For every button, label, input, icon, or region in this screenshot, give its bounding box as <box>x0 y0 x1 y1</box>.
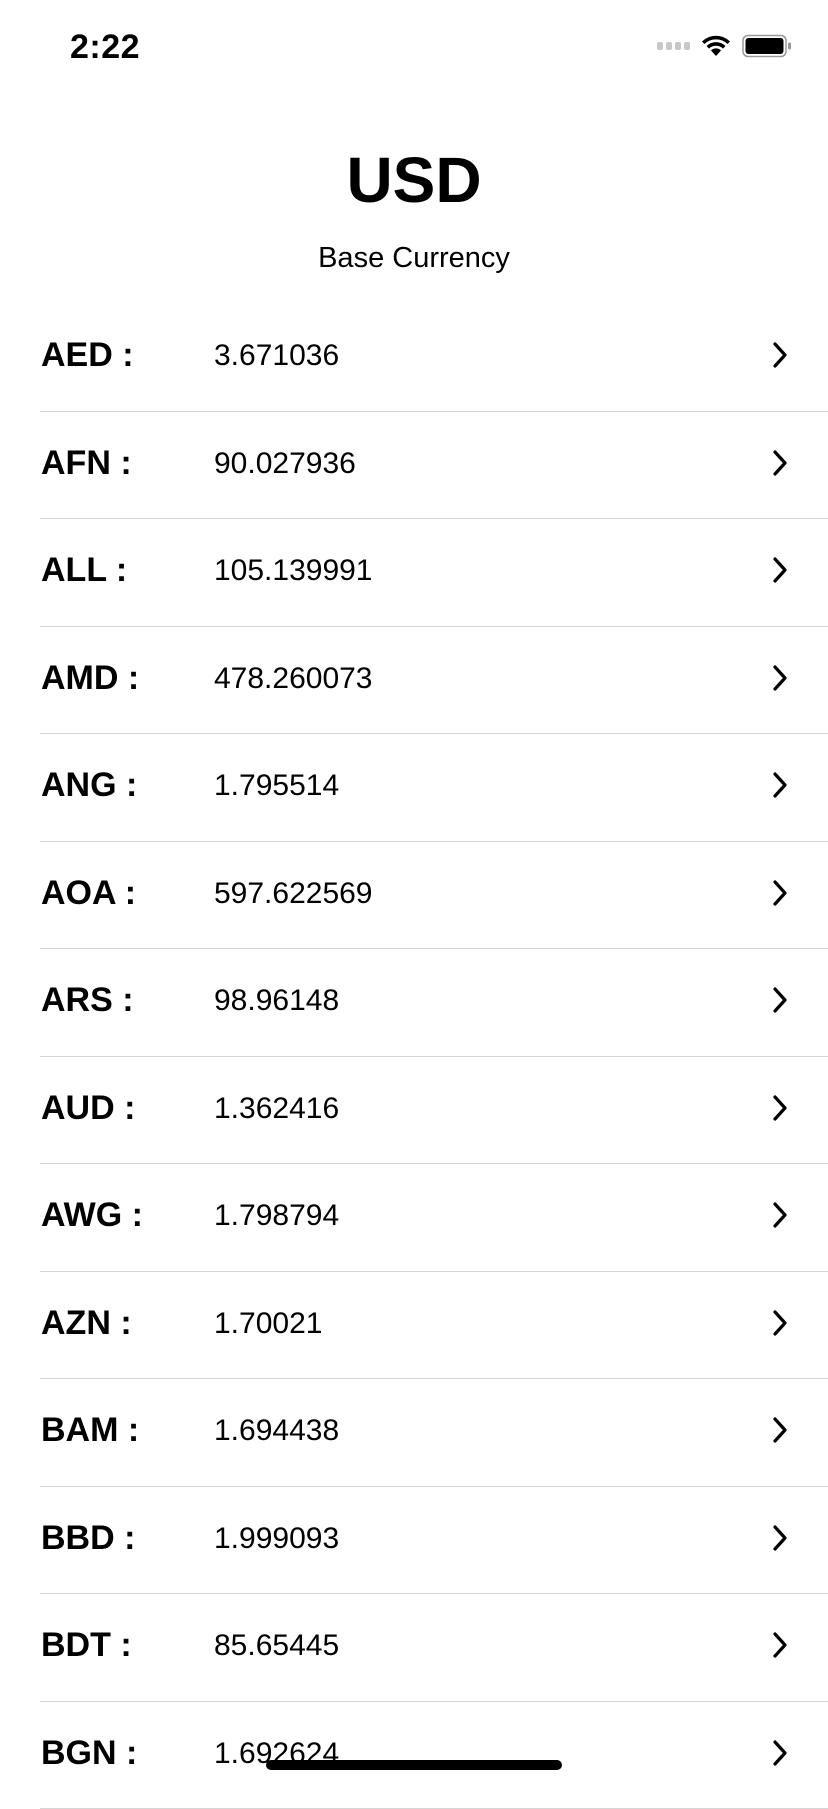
status-icons <box>657 34 792 58</box>
chevron-right-icon <box>770 985 790 1015</box>
chevron-right-icon <box>770 1308 790 1338</box>
exchange-rate-value: 105.139991 <box>214 554 373 588</box>
currency-code: ALL : <box>41 551 127 590</box>
rate-row[interactable]: AED : 3.671036 <box>0 304 828 412</box>
chevron-right-icon <box>770 1093 790 1123</box>
base-currency-label: Base Currency <box>0 242 828 275</box>
chevron-right-icon <box>770 555 790 585</box>
base-currency-code: USD <box>0 140 828 220</box>
chevron-right-icon <box>770 448 790 478</box>
chevron-right-icon <box>770 1523 790 1553</box>
currency-code: AFN : <box>41 444 132 483</box>
currency-code: AOA : <box>41 874 136 913</box>
chevron-right-icon <box>770 1630 790 1660</box>
exchange-rate-value: 1.999093 <box>214 1522 339 1556</box>
currency-code: BBD : <box>41 1519 135 1558</box>
exchange-rate-value: 478.260073 <box>214 662 373 696</box>
exchange-rate-value: 1.795514 <box>214 769 339 803</box>
exchange-rate-value: 1.362416 <box>214 1092 339 1126</box>
status-time: 2:22 <box>70 28 140 67</box>
rate-row[interactable]: AZN : 1.70021 <box>0 1272 828 1380</box>
battery-icon <box>742 34 792 58</box>
rate-row[interactable]: AMD : 478.260073 <box>0 627 828 735</box>
wifi-icon <box>700 34 732 58</box>
rate-row[interactable]: BDT : 85.65445 <box>0 1594 828 1702</box>
exchange-rate-value: 1.70021 <box>214 1307 322 1341</box>
chevron-right-icon <box>770 663 790 693</box>
chevron-right-icon <box>770 1738 790 1768</box>
chevron-right-icon <box>770 340 790 370</box>
cellular-signal-icon <box>657 42 690 50</box>
rate-row[interactable]: AFN : 90.027936 <box>0 412 828 520</box>
exchange-rate-value: 597.622569 <box>214 877 373 911</box>
currency-code: AED : <box>41 336 134 375</box>
rate-row[interactable]: BAM : 1.694438 <box>0 1379 828 1487</box>
currency-code: BAM : <box>41 1411 139 1450</box>
exchange-rate-value: 1.798794 <box>214 1199 339 1233</box>
rate-row[interactable]: AUD : 1.362416 <box>0 1057 828 1165</box>
currency-code: ARS : <box>41 981 134 1020</box>
currency-code: AZN : <box>41 1304 132 1343</box>
rate-row[interactable]: ANG : 1.795514 <box>0 734 828 842</box>
home-indicator[interactable] <box>266 1760 562 1770</box>
base-currency-header: USD <box>0 140 828 220</box>
currency-code: AMD : <box>41 659 139 698</box>
exchange-rate-value: 98.96148 <box>214 984 339 1018</box>
status-bar: 2:22 <box>0 0 828 100</box>
chevron-right-icon <box>770 1200 790 1230</box>
exchange-rate-value: 90.027936 <box>214 447 356 481</box>
rate-row[interactable]: ARS : 98.96148 <box>0 949 828 1057</box>
currency-code: ANG : <box>41 766 137 805</box>
exchange-rate-value: 1.694438 <box>214 1414 339 1448</box>
chevron-right-icon <box>770 878 790 908</box>
exchange-rate-value: 85.65445 <box>214 1629 339 1663</box>
currency-code: BDT : <box>41 1626 132 1665</box>
currency-code: BGN : <box>41 1734 137 1773</box>
rates-list: AED : 3.671036 AFN : 90.027936 ALL : 105.1399… <box>0 304 828 1809</box>
currency-code: AUD : <box>41 1089 135 1128</box>
rate-row[interactable]: AOA : 597.622569 <box>0 842 828 950</box>
rate-row[interactable]: AWG : 1.798794 <box>0 1164 828 1272</box>
rate-row[interactable]: ALL : 105.139991 <box>0 519 828 627</box>
exchange-rate-value: 3.671036 <box>214 339 339 373</box>
rate-row[interactable]: BGN :1.692624 <box>0 1702 828 1809</box>
rate-row[interactable]: BBD : 1.999093 <box>0 1487 828 1595</box>
chevron-right-icon <box>770 1415 790 1445</box>
chevron-right-icon <box>770 770 790 800</box>
currency-code: AWG : <box>41 1196 143 1235</box>
